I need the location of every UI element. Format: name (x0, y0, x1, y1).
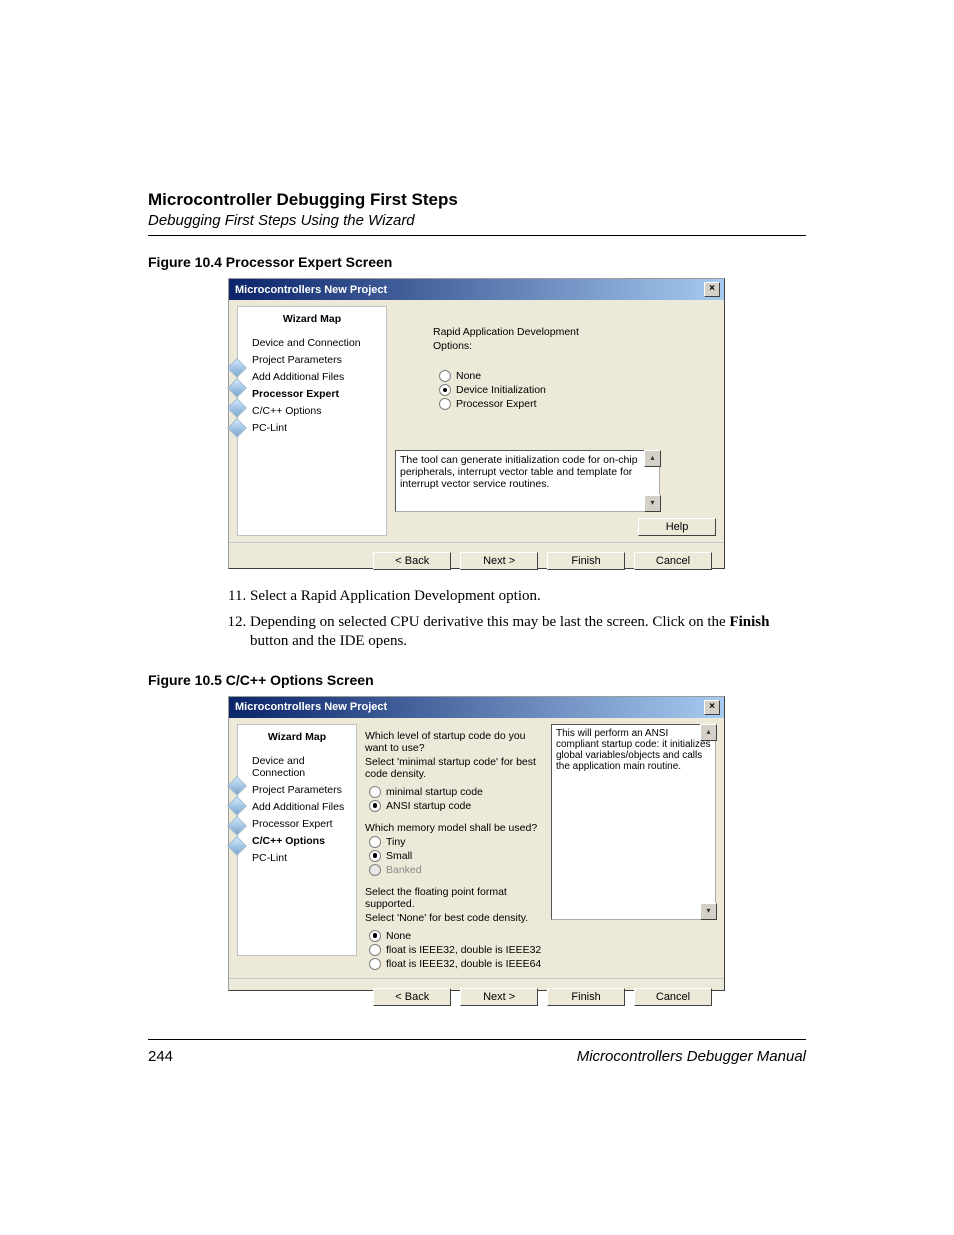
question2: Which memory model shall be used? (365, 822, 543, 834)
button-row: < Back Next > Finish Cancel (229, 542, 724, 579)
sidebar-item: Device and Connection (252, 337, 382, 349)
hint1: Select 'minimal startup code' for best c… (365, 756, 543, 780)
scroll-down-icon[interactable]: ▾ (644, 495, 661, 512)
radio-label: ANSI startup code (386, 800, 471, 812)
radio-ansi[interactable] (369, 800, 381, 812)
hint3: Select 'None' for best code density. (365, 912, 543, 924)
radio-small[interactable] (369, 850, 381, 862)
wizard-map-title: Wizard Map (242, 313, 382, 325)
radio-label: minimal startup code (386, 786, 483, 798)
sidebar-item: PC-Lint (252, 852, 352, 864)
rad-heading: Rapid Application Development (433, 326, 716, 338)
sidebar-item: Project Parameters (252, 784, 352, 796)
figure-caption-2: Figure 10.5 C/C++ Options Screen (148, 672, 806, 688)
help-button[interactable]: Help (638, 518, 716, 536)
next-button[interactable]: Next > (460, 988, 538, 1006)
dialog-ccpp-options: Microcontrollers New Project × Wizard Ma… (228, 696, 725, 991)
finish-button[interactable]: Finish (547, 988, 625, 1006)
figure-caption-1: Figure 10.4 Processor Expert Screen (148, 254, 806, 270)
sidebar-item: Add Additional Files (252, 801, 352, 813)
dialog-title: Microcontrollers New Project (235, 284, 387, 296)
question3: Select the floating point format support… (365, 886, 543, 910)
radio-label: Tiny (386, 836, 405, 848)
radio-processor-expert[interactable] (439, 398, 451, 410)
close-icon[interactable]: × (704, 700, 720, 715)
sidebar-item: Processor Expert (252, 818, 352, 830)
dialog-processor-expert: Microcontrollers New Project × Wizard Ma… (228, 278, 725, 569)
radio-fp-32[interactable] (369, 944, 381, 956)
step-11: Select a Rapid Application Development o… (250, 587, 806, 607)
rad-sub: Options: (433, 340, 716, 352)
sidebar-item: C/C++ Options (252, 405, 382, 417)
sidebar-item: Add Additional Files (252, 371, 382, 383)
cancel-button[interactable]: Cancel (634, 552, 712, 570)
radio-label: None (386, 930, 411, 942)
dialog-title: Microcontrollers New Project (235, 701, 387, 713)
manual-name: Microcontrollers Debugger Manual (577, 1048, 806, 1065)
chapter-title: Microcontroller Debugging First Steps (148, 190, 806, 210)
question1: Which level of startup code do you want … (365, 730, 543, 754)
dialog-main: Rapid Application Development Options: N… (395, 306, 716, 536)
finish-button[interactable]: Finish (547, 552, 625, 570)
steps-list: Select a Rapid Application Development o… (250, 587, 806, 652)
radio-minimal[interactable] (369, 786, 381, 798)
radio-label: Banked (386, 864, 422, 876)
step-12: Depending on selected CPU derivative thi… (250, 613, 806, 652)
decor (230, 773, 246, 859)
subtitle: Debugging First Steps Using the Wizard (148, 212, 806, 229)
radio-fp-none[interactable] (369, 930, 381, 942)
radio-label: Device Initialization (456, 384, 546, 396)
sidebar-item-active: Processor Expert (252, 388, 382, 400)
radio-banked (369, 864, 381, 876)
description-text: The tool can generate initialization cod… (400, 454, 638, 490)
scroll-down-icon[interactable]: ▾ (700, 903, 717, 920)
dialog-main: Which level of startup code do you want … (361, 724, 547, 972)
radio-label: Small (386, 850, 412, 862)
cancel-button[interactable]: Cancel (634, 988, 712, 1006)
radio-device-init[interactable] (439, 384, 451, 396)
footer-rule (148, 1039, 806, 1040)
back-button[interactable]: < Back (373, 552, 451, 570)
close-icon[interactable]: × (704, 282, 720, 297)
radio-label: float is IEEE32, double is IEEE64 (386, 958, 541, 970)
dialog-titlebar: Microcontrollers New Project × (229, 697, 724, 718)
radio-fp-64[interactable] (369, 958, 381, 970)
radio-label: None (456, 370, 481, 382)
description-box: This will perform an ANSI compliant star… (551, 724, 716, 920)
dialog-right: This will perform an ANSI compliant star… (551, 724, 716, 972)
description-box: The tool can generate initialization cod… (395, 450, 660, 512)
button-row: < Back Next > Finish Cancel (229, 978, 724, 1015)
page-number: 244 (148, 1048, 173, 1065)
wizard-map-sidebar: Wizard Map Device and Connection Project… (237, 724, 357, 956)
next-button[interactable]: Next > (460, 552, 538, 570)
wizard-map-sidebar: Wizard Map Device and Connection Project… (237, 306, 387, 536)
description-text: This will perform an ANSI compliant star… (556, 728, 711, 772)
sidebar-item: PC-Lint (252, 422, 382, 434)
radio-label: float is IEEE32, double is IEEE32 (386, 944, 541, 956)
wizard-map-title: Wizard Map (242, 731, 352, 743)
radio-tiny[interactable] (369, 836, 381, 848)
radio-label: Processor Expert (456, 398, 537, 410)
scroll-up-icon[interactable]: ▴ (700, 724, 717, 741)
decor (230, 355, 246, 441)
header-rule (148, 235, 806, 236)
radio-none[interactable] (439, 370, 451, 382)
scroll-up-icon[interactable]: ▴ (644, 450, 661, 467)
back-button[interactable]: < Back (373, 988, 451, 1006)
sidebar-item: Device and Connection (252, 755, 352, 779)
sidebar-item: Project Parameters (252, 354, 382, 366)
sidebar-item-active: C/C++ Options (252, 835, 352, 847)
dialog-titlebar: Microcontrollers New Project × (229, 279, 724, 300)
